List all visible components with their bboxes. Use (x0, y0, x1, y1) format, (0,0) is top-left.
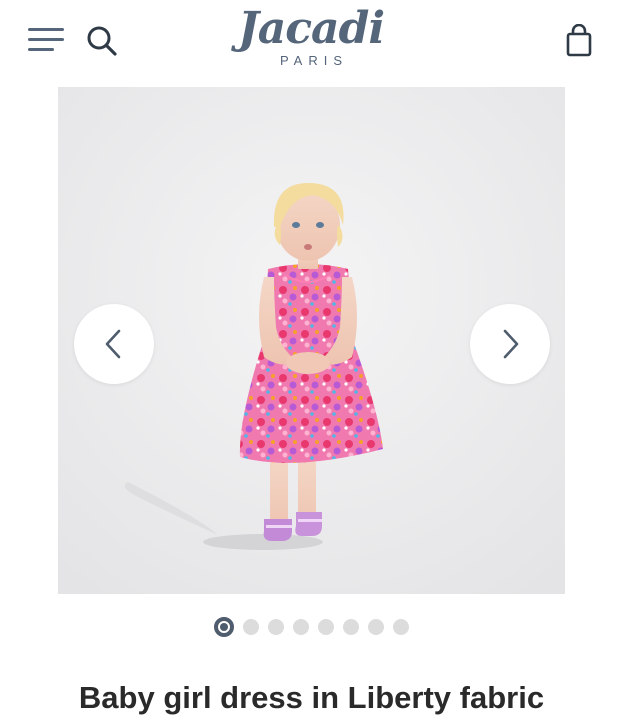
site-header: Jacadi PARIS (0, 0, 623, 86)
chevron-left-icon (105, 329, 121, 359)
carousel-dot-1[interactable] (214, 617, 234, 637)
carousel-dot-6[interactable] (343, 619, 359, 635)
logo-subtitle: PARIS (279, 53, 349, 68)
carousel-dot-3[interactable] (268, 619, 284, 635)
carousel-dot-7[interactable] (368, 619, 384, 635)
carousel-dot-8[interactable] (393, 619, 409, 635)
carousel-dot-2[interactable] (243, 619, 259, 635)
carousel-dot-4[interactable] (293, 619, 309, 635)
next-image-button[interactable] (470, 304, 550, 384)
product-title: Baby girl dress in Liberty fabric (78, 679, 545, 715)
jacadi-logo[interactable]: Jacadi PARIS (236, 4, 386, 76)
previous-image-button[interactable] (74, 304, 154, 384)
search-icon[interactable] (86, 25, 118, 57)
carousel-pagination (0, 617, 623, 639)
hamburger-menu-icon[interactable] (28, 27, 64, 53)
product-image-gallery[interactable] (58, 87, 565, 594)
chevron-right-icon (503, 329, 519, 359)
shopping-bag-icon[interactable] (564, 23, 594, 58)
logo-wordmark: Jacadi (237, 3, 385, 54)
carousel-dot-5[interactable] (318, 619, 334, 635)
